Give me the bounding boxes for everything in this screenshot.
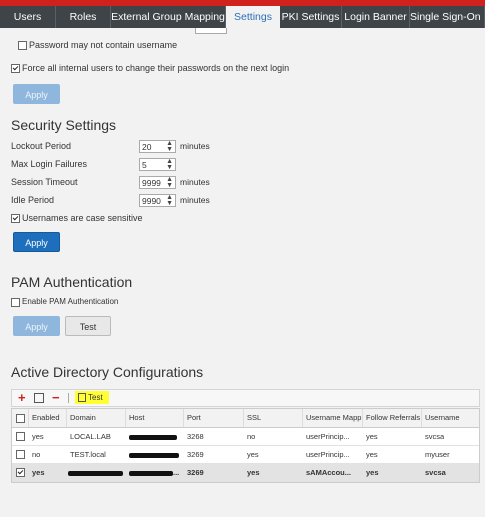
max-fail-input[interactable]: 5 ▲ ▼ — [139, 158, 176, 171]
ad-config-table: Enabled Domain Host Port SSL Username Ma… — [11, 408, 480, 483]
col-follow-referrals[interactable]: Follow Referrals — [363, 409, 422, 427]
case-sensitive-checkbox[interactable] — [11, 214, 20, 223]
max-fail-value: 5 — [142, 160, 147, 170]
row-domain: LOCAL.LAB — [70, 432, 111, 441]
row-referrals: yes — [366, 450, 378, 459]
row-ssl: no — [247, 432, 256, 441]
enable-pam-checkbox[interactable] — [11, 298, 20, 307]
row-host: ... — [173, 468, 180, 477]
row-domain: TEST.local — [70, 450, 106, 459]
tab-users[interactable]: Users — [0, 6, 56, 28]
idle-period-value: 9990 — [142, 196, 161, 206]
row-username: svcsa — [425, 468, 446, 477]
redaction-mark — [68, 471, 123, 476]
enable-pam-label: Enable PAM Authentication — [22, 297, 119, 306]
row-mapping: sAMAccou... — [306, 468, 352, 477]
session-timeout-value: 9999 — [142, 178, 161, 188]
row-ssl: yes — [247, 450, 259, 459]
pam-test-button[interactable]: Test — [65, 316, 111, 336]
no-username-label: Password may not contain username — [29, 40, 178, 50]
tab-login-banner[interactable]: Login Banner — [342, 6, 410, 28]
table-row-selected[interactable]: yes ... 3269 yes sAMAccou... yes svcsa — [12, 464, 479, 482]
tab-roles[interactable]: Roles — [56, 6, 111, 28]
lockout-input[interactable]: 20 ▲ ▼ — [139, 140, 176, 153]
tab-bar: Users Roles External Group Mapping Setti… — [0, 6, 485, 28]
no-username-checkbox[interactable] — [18, 41, 27, 50]
force-change-checkbox[interactable] — [11, 64, 20, 73]
ad-test-button[interactable]: Test — [88, 392, 103, 404]
ad-config-title: Active Directory Configurations — [11, 364, 204, 380]
col-port[interactable]: Port — [184, 409, 244, 427]
pam-title: PAM Authentication — [11, 274, 133, 290]
idle-period-unit: minutes — [180, 195, 210, 205]
add-icon[interactable]: + — [18, 390, 26, 406]
row-port: 3268 — [187, 432, 204, 441]
test-icon[interactable] — [78, 393, 86, 402]
toolbar-divider — [68, 393, 69, 403]
row-referrals: yes — [366, 468, 379, 477]
row-port: 3269 — [187, 468, 204, 477]
row-mapping: userPrincip... — [306, 450, 350, 459]
lockout-unit: minutes — [180, 141, 210, 151]
row-referrals: yes — [366, 432, 378, 441]
idle-period-label: Idle Period — [11, 195, 55, 205]
col-enabled[interactable]: Enabled — [29, 409, 67, 427]
row-mapping: userPrincip... — [306, 432, 350, 441]
row-enabled: yes — [32, 468, 45, 477]
spinner-arrows-icon[interactable]: ▲ ▼ — [166, 158, 173, 171]
pam-apply-button[interactable]: Apply — [13, 316, 60, 336]
row-ssl: yes — [247, 468, 260, 477]
row-enabled: no — [32, 450, 41, 459]
session-timeout-unit: minutes — [180, 177, 210, 187]
partial-spinner[interactable] — [195, 28, 227, 34]
security-settings-title: Security Settings — [11, 117, 117, 133]
tab-single-sign-on[interactable]: Single Sign-On Se — [410, 6, 485, 28]
edit-icon[interactable] — [34, 393, 44, 403]
idle-period-input[interactable]: 9990 ▲ ▼ — [139, 194, 176, 207]
select-all-checkbox[interactable] — [16, 414, 25, 423]
row-username: svcsa — [425, 432, 445, 441]
row-username: myuser — [425, 450, 450, 459]
force-change-label: Force all internal users to change their… — [22, 63, 290, 73]
tab-external-group-mapping[interactable]: External Group Mapping — [111, 6, 226, 28]
row-port: 3269 — [187, 450, 204, 459]
col-username[interactable]: Username — [422, 409, 479, 427]
session-timeout-input[interactable]: 9999 ▲ ▼ — [139, 176, 176, 189]
spinner-arrows-icon[interactable]: ▲ ▼ — [166, 176, 173, 189]
security-apply-button[interactable]: Apply — [13, 232, 60, 252]
redaction-mark — [129, 453, 179, 458]
table-row[interactable]: yes LOCAL.LAB 3268 no userPrincip... yes… — [12, 428, 479, 446]
spinner-arrows-icon[interactable]: ▲ ▼ — [166, 194, 173, 207]
col-domain[interactable]: Domain — [67, 409, 126, 427]
col-ssl[interactable]: SSL — [244, 409, 303, 427]
row-enabled: yes — [32, 432, 44, 441]
table-header-row: Enabled Domain Host Port SSL Username Ma… — [12, 409, 479, 428]
table-row[interactable]: no TEST.local 3269 yes userPrincip... ye… — [12, 446, 479, 464]
ad-toolbar: + − Test — [11, 389, 480, 407]
case-sensitive-label: Usernames are case sensitive — [22, 213, 143, 223]
spinner-arrows-icon[interactable]: ▲ ▼ — [166, 140, 173, 153]
session-timeout-label: Session Timeout — [11, 177, 78, 187]
col-username-mapping[interactable]: Username Mapp — [303, 409, 363, 427]
lockout-value: 20 — [142, 142, 152, 152]
max-fail-label: Max Login Failures — [11, 159, 88, 169]
redaction-mark — [129, 435, 177, 440]
tab-pki-settings[interactable]: PKI Settings — [280, 6, 342, 28]
row-checkbox[interactable] — [16, 432, 25, 441]
password-apply-button[interactable]: Apply — [13, 84, 60, 104]
remove-icon[interactable]: − — [52, 390, 60, 405]
row-checkbox[interactable] — [16, 468, 25, 477]
row-checkbox[interactable] — [16, 450, 25, 459]
redaction-mark — [129, 471, 173, 476]
tab-settings[interactable]: Settings — [226, 6, 280, 28]
col-host[interactable]: Host — [126, 409, 184, 427]
select-all-cell[interactable] — [12, 409, 29, 427]
lockout-label: Lockout Period — [11, 141, 72, 151]
